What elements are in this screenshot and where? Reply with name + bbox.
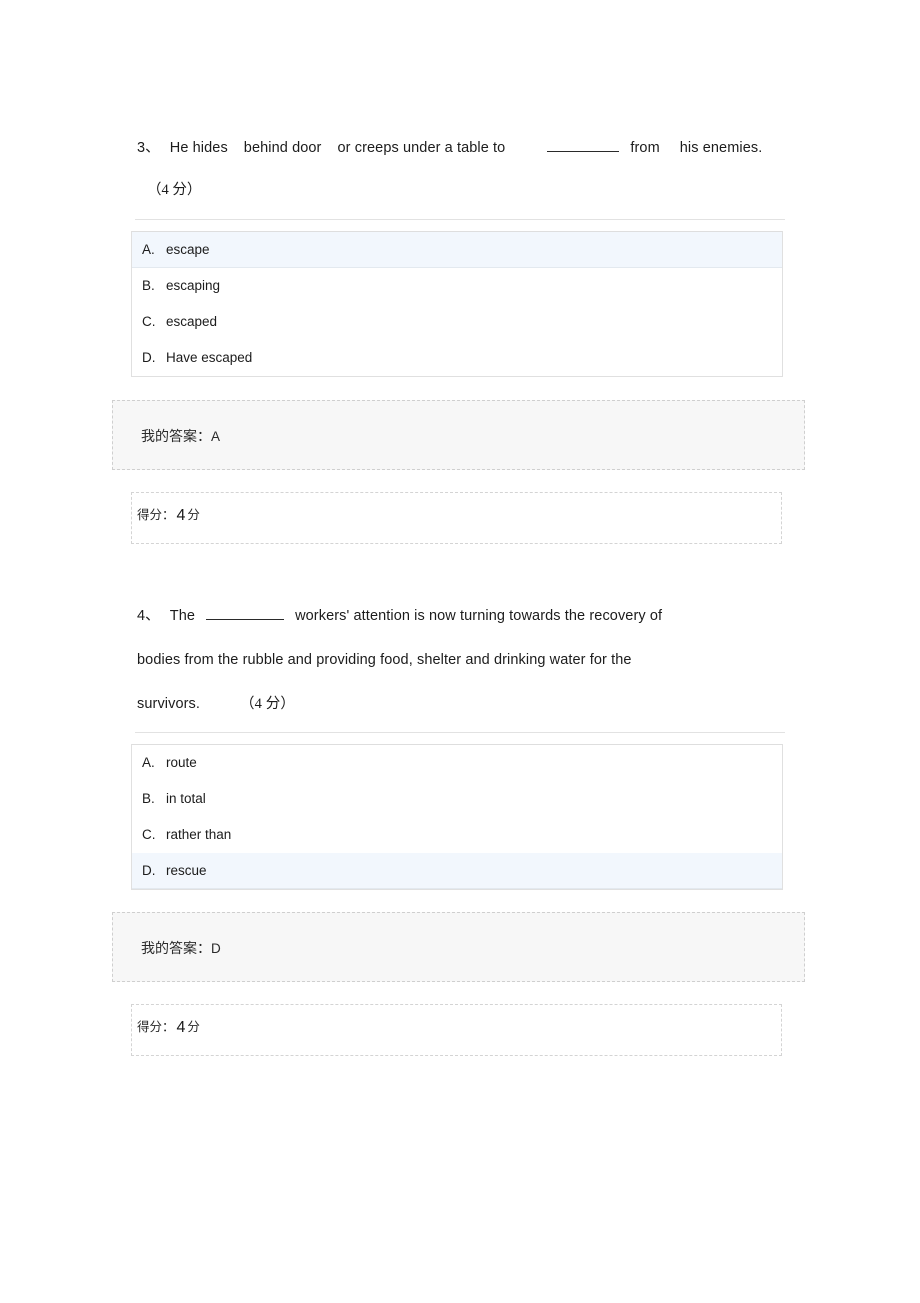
question-3-option-d[interactable]: D. Have escaped: [132, 340, 782, 376]
question-4-options[interactable]: A. route B. in total C. rather than D. rescu…: [131, 744, 783, 890]
question-4-option-d[interactable]: D. rescue: [132, 853, 782, 889]
question-block-3: 3、 He hides behind door or creeps under a t…: [0, 126, 920, 544]
question-4-index: 4、: [137, 608, 160, 624]
question-3-stem-part3: or creeps under a table to: [337, 140, 506, 156]
option-text: escape: [166, 242, 210, 257]
question-4-stem-line-3: survivors. （4 分）: [0, 682, 920, 726]
question-4-option-a[interactable]: A. route: [132, 745, 782, 781]
option-letter: C.: [142, 314, 156, 329]
question-3-my-answer-box: 我的答案：A: [112, 400, 805, 470]
option-letter: C.: [142, 827, 156, 842]
question-4-stem-line-1: 4、 The workers' attention is now turning t…: [0, 594, 920, 638]
option-letter: D.: [142, 863, 156, 878]
question-4-blank: [206, 607, 285, 620]
score-label: 得分：: [137, 508, 175, 522]
option-text: rather than: [166, 827, 232, 842]
question-3-stem-part1: He hides: [169, 140, 228, 156]
option-text: escaping: [166, 278, 221, 293]
question-4-stem-part1: The: [169, 608, 196, 624]
question-3-stem-part4: from: [630, 140, 660, 156]
option-letter: B.: [142, 791, 155, 806]
question-3-option-b[interactable]: B. escaping: [132, 268, 782, 304]
my-answer-label: 我的答案：: [141, 942, 211, 957]
score-unit: 分: [187, 508, 200, 522]
score-value: 4: [176, 1019, 186, 1036]
option-text: Have escaped: [166, 350, 253, 365]
question-3-stem-part2: behind door: [243, 140, 322, 156]
question-3-options[interactable]: A. escape B. escaping C. escaped D. Have esc…: [131, 231, 783, 377]
score-unit: 分: [187, 1020, 200, 1034]
option-letter: A.: [142, 242, 155, 257]
my-answer-value: A: [211, 429, 221, 444]
quiz-review-page: 3、 He hides behind door or creeps under a t…: [0, 0, 920, 1303]
option-letter: B.: [142, 278, 155, 293]
question-4-divider: [135, 732, 785, 733]
question-3-points: （4 分）: [147, 182, 202, 198]
question-3-stem: 3、 He hides behind door or creeps under a t…: [0, 126, 920, 170]
option-letter: A.: [142, 755, 155, 770]
question-4-score-box: 得分： 4 分: [131, 1004, 782, 1056]
question-3-option-a[interactable]: A. escape: [132, 232, 782, 268]
question-4-option-b[interactable]: B. in total: [132, 781, 782, 817]
question-4-stem-part2: workers' attention is now turning toward…: [295, 608, 663, 624]
question-4-option-c[interactable]: C. rather than: [132, 817, 782, 853]
score-label: 得分：: [137, 1020, 175, 1034]
option-text: rescue: [166, 863, 207, 878]
my-answer-value: D: [211, 941, 221, 956]
question-3-index: 3、: [137, 140, 160, 156]
option-text: escaped: [166, 314, 218, 329]
question-3-score-box: 得分： 4 分: [131, 492, 782, 544]
option-letter: D.: [142, 350, 156, 365]
option-text: route: [166, 755, 197, 770]
my-answer-label: 我的答案：: [141, 430, 211, 445]
question-3-stem-part5: his enemies.: [679, 140, 763, 156]
question-4-my-answer-box: 我的答案：D: [112, 912, 805, 982]
question-4-stem-line-2: bodies from the rubble and providing foo…: [0, 638, 920, 682]
question-4-stem-line3-text: survivors.: [137, 696, 201, 712]
question-block-4: 4、 The workers' attention is now turning t…: [0, 594, 920, 1056]
score-value: 4: [176, 507, 186, 524]
question-4-points: （4 分）: [240, 696, 295, 712]
question-3-blank: [547, 139, 620, 152]
option-text: in total: [166, 791, 206, 806]
question-4-stem-line2-text: bodies from the rubble and providing foo…: [137, 652, 632, 668]
question-3-divider: [135, 219, 785, 220]
question-3-option-c[interactable]: C. escaped: [132, 304, 782, 340]
